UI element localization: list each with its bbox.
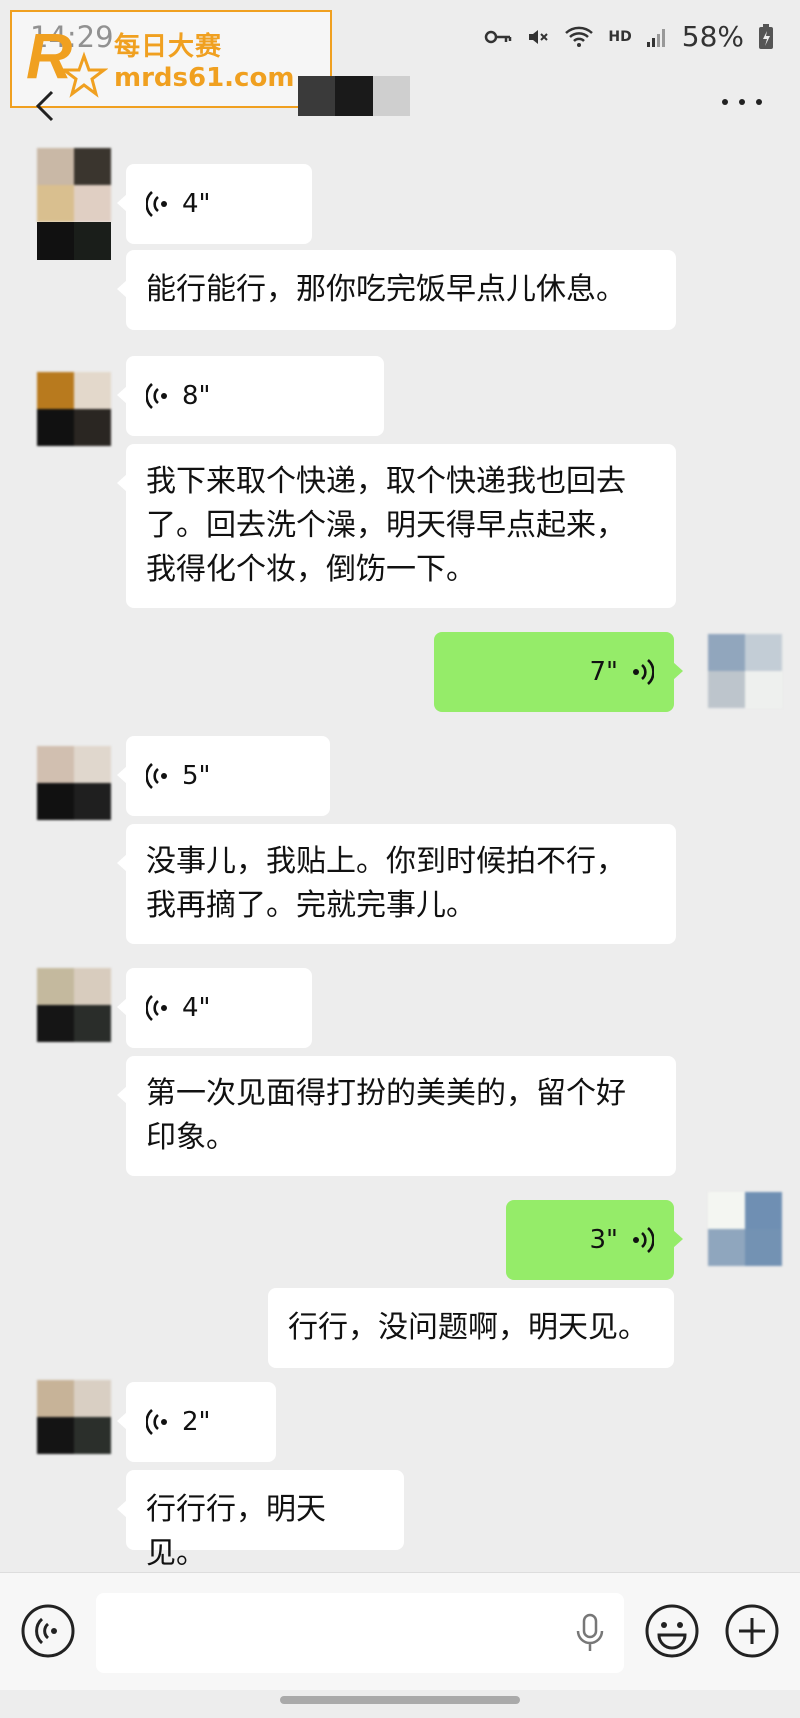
voice-message[interactable]: 8" xyxy=(117,356,384,436)
message-line: 印象。 xyxy=(146,1120,236,1155)
message-line: 我下来取个快递，取个快递我也回去 xyxy=(146,464,626,499)
battery-icon xyxy=(759,23,773,49)
input-bar xyxy=(0,1572,800,1690)
voice-wave-icon xyxy=(146,191,167,217)
my-avatar[interactable] xyxy=(708,1192,782,1266)
voice-wave-icon xyxy=(146,1409,167,1435)
avatar[interactable] xyxy=(37,746,111,820)
message-line: 了。回去洗个澡，明天得早点起来， xyxy=(146,508,626,543)
voice-duration: 7" xyxy=(589,657,618,687)
text-message[interactable]: 行行行，明天见。 xyxy=(117,1470,404,1571)
voice-duration: 8" xyxy=(182,381,211,411)
network-type: HD xyxy=(608,28,632,45)
text-message-sent[interactable]: 行行，没问题啊，明天见。 xyxy=(268,1288,674,1368)
avatar[interactable] xyxy=(37,968,111,1042)
more-options-icon[interactable] xyxy=(722,96,762,108)
voice-wave-icon xyxy=(633,659,654,685)
emoji-icon[interactable] xyxy=(644,1603,700,1659)
avatar[interactable] xyxy=(37,148,111,222)
message-text: 行行，没问题啊，明天见。 xyxy=(288,1310,648,1345)
voice-duration: 4" xyxy=(182,189,211,219)
key-icon xyxy=(485,30,512,43)
voice-duration: 4" xyxy=(182,993,211,1023)
avatar-lower xyxy=(37,222,111,260)
voice-wave-icon xyxy=(146,995,167,1021)
message-text: 行行行，明天见。 xyxy=(146,1492,326,1571)
avatar[interactable] xyxy=(37,1380,111,1454)
text-message[interactable]: 我下来取个快递，取个快递我也回去 了。回去洗个澡，明天得早点起来， 我得化个妆，… xyxy=(117,444,676,608)
voice-duration: 5" xyxy=(182,761,211,791)
voice-message-sent[interactable]: 7" xyxy=(434,632,683,712)
mute-icon xyxy=(529,29,549,44)
voice-wave-icon xyxy=(146,383,167,409)
message-line: 我再摘了。完就完事儿。 xyxy=(146,888,476,923)
voice-message[interactable]: 2" xyxy=(117,1382,276,1462)
text-message[interactable]: 没事儿，我贴上。你到时候拍不行， 我再摘了。完就完事儿。 xyxy=(117,824,676,944)
avatar[interactable] xyxy=(37,372,111,446)
voice-wave-icon xyxy=(633,1227,654,1253)
battery-percent: 58% xyxy=(681,20,744,53)
text-message[interactable]: 能行能行，那你吃完饭早点儿休息。 xyxy=(117,250,676,330)
voice-duration: 3" xyxy=(589,1225,618,1255)
voice-message-sent[interactable]: 3" xyxy=(506,1200,683,1280)
message-input[interactable] xyxy=(96,1593,624,1673)
microphone-icon[interactable] xyxy=(572,1613,608,1653)
contact-name-blurred xyxy=(298,76,410,116)
message-line: 没事儿，我贴上。你到时候拍不行， xyxy=(146,844,626,879)
my-avatar[interactable] xyxy=(708,634,782,708)
voice-message[interactable]: 5" xyxy=(117,736,330,816)
watermark-title: 每日大赛 xyxy=(114,31,223,62)
voice-wave-icon xyxy=(146,763,167,789)
text-message[interactable]: 第一次见面得打扮的美美的，留个好 印象。 xyxy=(117,1056,676,1176)
chat-area[interactable]: 4" 能行能行，那你吃完饭早点儿休息。 8" 我下来取个快递，取个快递我也回去 … xyxy=(0,142,800,1572)
status-icons: HD 58% xyxy=(484,20,774,53)
voice-input-icon[interactable] xyxy=(20,1603,76,1659)
message-line: 我得化个妆，倒饬一下。 xyxy=(146,552,476,587)
back-icon[interactable] xyxy=(30,86,60,126)
voice-duration: 2" xyxy=(182,1407,211,1437)
wifi-icon xyxy=(565,26,594,47)
message-text: 能行能行，那你吃完饭早点儿休息。 xyxy=(146,272,626,307)
voice-message[interactable]: 4" xyxy=(117,968,312,1048)
signal-icon xyxy=(646,28,665,47)
voice-message[interactable]: 4" xyxy=(117,164,312,244)
plus-icon[interactable] xyxy=(724,1603,780,1659)
chat-header xyxy=(0,70,800,142)
home-indicator[interactable] xyxy=(280,1696,520,1704)
message-line: 第一次见面得打扮的美美的，留个好 xyxy=(146,1076,626,1111)
